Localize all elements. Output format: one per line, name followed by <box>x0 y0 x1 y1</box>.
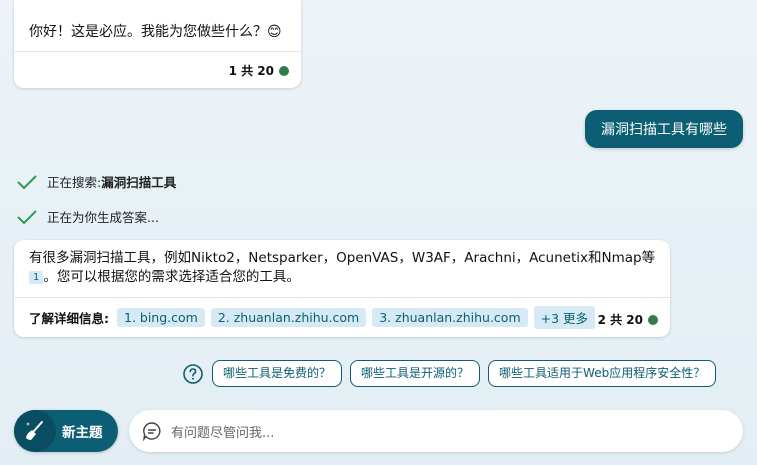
response-counter: 2 共 20 <box>598 311 658 328</box>
learn-more-label: 了解详细信息: <box>29 311 109 326</box>
source-link-1[interactable]: 1. bing.com <box>117 308 205 327</box>
new-topic-label: 新主题 <box>62 425 103 441</box>
divider <box>14 297 670 298</box>
status-searching: 正在搜索: 漏洞扫描工具 <box>16 172 176 191</box>
more-sources-button[interactable]: +3 更多 <box>533 306 596 329</box>
broom-icon <box>14 410 56 452</box>
counter-text: 1 共 20 <box>228 64 274 78</box>
response-counter: 1 共 20 <box>229 62 289 79</box>
suggestions-row: 哪些工具是免费的？ 哪些工具是开源的？ 哪些工具适用于Web应用程序安全性？ <box>182 360 717 387</box>
chat-bubble-icon <box>142 422 161 442</box>
answer-text: 有很多漏洞扫描工具，例如Nikto2，Netsparker，OpenVAS，W3… <box>29 250 656 266</box>
learn-more-row: 了解详细信息: 1. bing.com 2. zhuanlan.zhihu.co… <box>29 306 596 329</box>
new-topic-button[interactable]: 新主题 <box>14 410 118 452</box>
checkmark-icon <box>17 209 37 224</box>
greeting-text: 你好！这是必应。我能为您做些什么？😊 <box>29 24 282 40</box>
source-link-3[interactable]: 3. zhuanlan.zhihu.com <box>372 308 528 327</box>
divider <box>14 51 301 52</box>
answer-body: 有很多漏洞扫描工具，例如Nikto2，Netsparker，OpenVAS，W3… <box>29 249 658 287</box>
status-query: 漏洞扫描工具 <box>101 175 177 190</box>
answer-text-continued: 。您可以根据您的需求选择适合您的工具。 <box>43 269 300 285</box>
status-text: 正在为你生成答案... <box>47 210 159 225</box>
chat-input-box[interactable]: 有问题尽管问我... <box>129 410 743 452</box>
citation-marker[interactable]: 1 <box>29 270 44 284</box>
suggestion-chip-2[interactable]: 哪些工具是开源的？ <box>350 360 481 387</box>
counter-text: 2 共 20 <box>597 313 643 327</box>
answer-card: 有很多漏洞扫描工具，例如Nikto2，Netsparker，OpenVAS，W3… <box>14 240 670 337</box>
status-prefix: 正在搜索: <box>47 175 102 190</box>
user-message-bubble: 漏洞扫描工具有哪些 <box>585 110 743 148</box>
status-dot-icon <box>648 314 658 325</box>
status-generating: 正在为你生成答案... <box>16 207 159 226</box>
user-message-text: 漏洞扫描工具有哪些 <box>601 122 727 138</box>
status-dot-icon <box>279 65 289 76</box>
chat-input-placeholder[interactable]: 有问题尽管问我... <box>171 422 274 441</box>
question-circle-icon <box>183 363 203 384</box>
suggestion-chip-1[interactable]: 哪些工具是免费的？ <box>212 360 343 387</box>
source-link-2[interactable]: 2. zhuanlan.zhihu.com <box>210 308 367 327</box>
checkmark-icon <box>17 174 37 189</box>
greeting-card: 你好！这是必应。我能为您做些什么？😊 1 共 20 <box>14 0 301 88</box>
suggestion-chip-3[interactable]: 哪些工具适用于Web应用程序安全性？ <box>488 360 717 387</box>
